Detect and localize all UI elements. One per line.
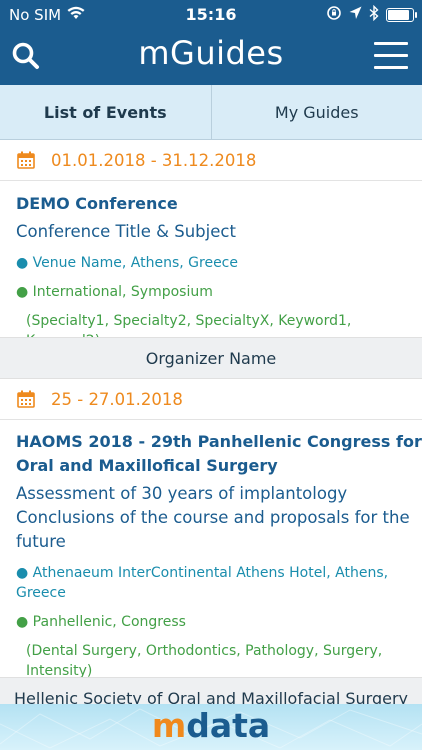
event-name: DEMO Conference <box>16 194 178 213</box>
event-subject: Assessment of 30 years of implantology C… <box>16 484 410 551</box>
battery-icon <box>386 8 417 22</box>
event-tags: (Dental Surgery, Orthodontics, Pathology… <box>26 643 383 679</box>
event-name: HAOMS 2018 - 29th Panhellenic Congress f… <box>16 432 422 475</box>
footer-banner[interactable]: mdata <box>0 704 422 750</box>
event-date-row: 01.01.2018 - 31.12.2018 <box>0 140 422 181</box>
event-type: ● Panhellenic, Congress <box>16 612 422 632</box>
status-bar: No SIM 15:16 <box>0 0 422 30</box>
tab-my-guides[interactable]: My Guides <box>210 85 422 139</box>
event-type: ● International, Symposium <box>16 282 422 302</box>
tab-list-of-events[interactable]: List of Events <box>0 85 211 139</box>
orientation-lock-icon <box>326 5 342 25</box>
event-item[interactable]: HAOMS 2018 - 29th Panhellenic Congress f… <box>0 430 422 681</box>
event-item[interactable]: DEMO Conference Conference Title & Subje… <box>0 192 422 351</box>
event-date: 25 - 27.01.2018 <box>51 389 183 409</box>
hamburger-menu-icon[interactable] <box>374 42 408 70</box>
location-arrow-icon <box>349 6 362 24</box>
calendar-icon <box>17 390 35 408</box>
app-title: mGuides <box>138 34 284 72</box>
tab-bar: List of Events My Guides <box>0 85 422 140</box>
calendar-icon <box>17 151 35 169</box>
event-date-row: 25 - 27.01.2018 <box>0 379 422 420</box>
event-venue-text: Athenaeum InterContinental Athens Hotel,… <box>16 565 389 601</box>
bluetooth-icon <box>369 4 379 25</box>
event-venue: ● Athenaeum InterContinental Athens Hote… <box>16 563 422 603</box>
event-subject: Conference Title & Subject <box>16 222 236 241</box>
bullet-icon: ● <box>16 565 29 581</box>
event-venue-text: Venue Name, Athens, Greece <box>32 255 238 271</box>
mdata-logo: mdata <box>151 706 271 745</box>
bullet-icon: ● <box>16 284 29 300</box>
event-type-text: International, Symposium <box>32 284 213 300</box>
bullet-icon: ● <box>16 255 29 271</box>
bullet-icon: ● <box>16 614 29 630</box>
battery-level <box>388 10 409 20</box>
event-organizer: Organizer Name <box>0 337 422 379</box>
event-venue: ● Venue Name, Athens, Greece <box>16 253 422 273</box>
event-type-text: Panhellenic, Congress <box>32 614 186 630</box>
navigation-bar: mGuides <box>0 30 422 85</box>
event-date: 01.01.2018 - 31.12.2018 <box>51 150 257 170</box>
